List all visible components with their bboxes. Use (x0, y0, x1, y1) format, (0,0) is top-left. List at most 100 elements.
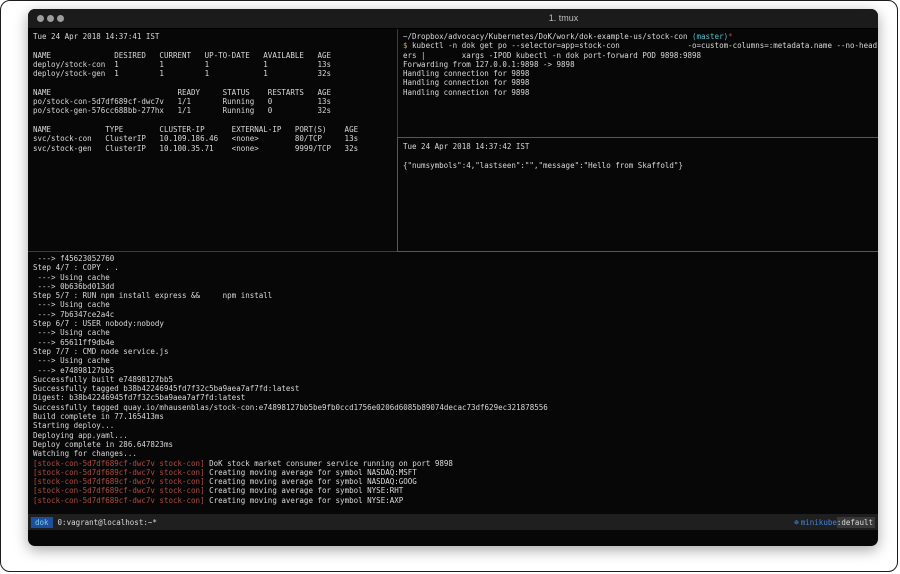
terminal-line: svc/stock-con ClusterIP 10.109.186.46 <n… (33, 134, 396, 143)
kubernetes-helm-icon: ☸ (794, 518, 799, 527)
terminal-text-segment: Step 6/7 : USER nobody:nobody (33, 319, 164, 328)
pane-border-vertical-top (397, 29, 398, 137)
terminal-text-segment: NAME TYPE CLUSTER-IP EXTERNAL-IP PORT(S)… (33, 125, 358, 134)
terminal-text-segment: deploy/stock-gen 1 1 1 1 32s (33, 69, 331, 78)
pane-border-right-split (398, 137, 878, 138)
terminal-line: Step 5/7 : RUN npm install express && np… (33, 291, 876, 300)
terminal-line: Forwarding from 127.0.0.1:9898 -> 9898 (403, 60, 877, 69)
terminal-text-segment: Step 5/7 : RUN npm install express && np… (33, 291, 272, 300)
terminal-text-segment: Handling connection for 9898 (403, 88, 529, 97)
terminal-line: Handling connection for 9898 (403, 78, 877, 87)
terminal-line: Step 7/7 : CMD node service.js (33, 347, 876, 356)
pane-skaffold-dev[interactable]: ---> f45623052760Step 4/7 : COPY . . ---… (30, 252, 876, 513)
terminal-text-segment: DoK stock market consumer service runnin… (205, 459, 453, 468)
terminal-line: Watching for changes... (33, 449, 876, 458)
terminal-line: Tue 24 Apr 2018 14:37:42 IST (403, 142, 877, 151)
terminal-line: NAME READY STATUS RESTARTS AGE (33, 88, 396, 97)
terminal-line: ---> Using cache (33, 300, 876, 309)
terminal-text-segment: Starting deploy... (33, 421, 114, 430)
terminal-line: ~/Dropbox/advocacy/Kubernetes/DoK/work/d… (403, 32, 877, 41)
terminal-line: svc/stock-gen ClusterIP 10.100.35.71 <no… (33, 144, 396, 153)
terminal-text-segment: Successfully tagged b38b42246945fd7f32c5… (33, 384, 299, 393)
terminal-line (33, 78, 396, 87)
terminal-text-segment: {"numsymbols":4,"lastseen":"","message":… (403, 161, 683, 170)
session-name-badge[interactable]: dok (31, 517, 53, 528)
terminal-text-segment: Deploying app.yaml... (33, 431, 128, 440)
terminal-text-segment: Step 7/7 : CMD node service.js (33, 347, 168, 356)
terminal-line: ---> 7b6347ce2a4c (33, 310, 876, 319)
terminal-line: Step 6/7 : USER nobody:nobody (33, 319, 876, 328)
terminal-text-segment: Successfully built e74898127bb5 (33, 375, 173, 384)
terminal-line: Build complete in 77.165413ms (33, 412, 876, 421)
terminal-text-segment: Successfully tagged quay.io/mhausenblas/… (33, 403, 548, 412)
terminal-text-segment: svc/stock-con ClusterIP 10.109.186.46 <n… (33, 134, 358, 143)
screenshot-frame: 1. tmux Tue 24 Apr 2018 14:37:41 IST NAM… (0, 0, 898, 572)
terminal-line: Step 4/7 : COPY . . (33, 263, 876, 272)
terminal-line: Successfully built e74898127bb5 (33, 375, 876, 384)
terminal-line: [stock-con-5d7df689cf-dwc7v stock-con] C… (33, 477, 876, 486)
terminal-line: Deploying app.yaml... (33, 431, 876, 440)
terminal-text-segment: ers | xargs -IPOD kubectl -n dok port-fo… (403, 51, 701, 60)
pane-curl-output[interactable]: Tue 24 Apr 2018 14:37:42 IST {"numsymbol… (399, 138, 877, 250)
terminal-text-segment: [stock-con-5d7df689cf-dwc7v stock-con] (33, 459, 205, 468)
tmux-status-bar: dok 0:vagrant@localhost:~* ☸ minikube :d… (28, 514, 878, 530)
terminal-text-segment: * (728, 32, 733, 41)
pane-border-main-right (397, 251, 878, 252)
terminal-line: Successfully tagged b38b42246945fd7f32c5… (33, 384, 876, 393)
terminal-text-segment: ---> Using cache (33, 356, 110, 365)
terminal-line: Handling connection for 9898 (403, 69, 877, 78)
terminal-line: ---> Using cache (33, 273, 876, 282)
terminal-line: [stock-con-5d7df689cf-dwc7v stock-con] D… (33, 459, 876, 468)
terminal-text-segment: po/stock-gen-576cc688bb-277hx 1/1 Runnin… (33, 106, 331, 115)
terminal-window: 1. tmux Tue 24 Apr 2018 14:37:41 IST NAM… (28, 9, 878, 546)
terminal-text-segment: Creating moving average for symbol NASDA… (205, 477, 417, 486)
terminal-text-segment: deploy/stock-con 1 1 1 1 13s (33, 60, 331, 69)
terminal-text-segment: [stock-con-5d7df689cf-dwc7v stock-con] (33, 486, 205, 495)
terminal-text-segment: Handling connection for 9898 (403, 78, 529, 87)
zoom-button[interactable] (57, 15, 64, 22)
pane-port-forward[interactable]: ~/Dropbox/advocacy/Kubernetes/DoK/work/d… (399, 30, 877, 136)
terminal-line: [stock-con-5d7df689cf-dwc7v stock-con] C… (33, 468, 876, 477)
terminal-text-segment: ---> Using cache (33, 328, 110, 337)
terminal-text-segment: ---> Using cache (33, 273, 110, 282)
terminal-line: ers | xargs -IPOD kubectl -n dok port-fo… (403, 51, 877, 60)
terminal-text-segment: Digest: b38b42246945fd7f32c5ba9aea7af7fd… (33, 393, 245, 402)
traffic-light-buttons (37, 15, 64, 22)
terminal-text-segment: ---> Using cache (33, 300, 110, 309)
terminal-text-segment: Step 4/7 : COPY . . (33, 263, 119, 272)
terminal-line: $ kubectl -n dok get po --selector=app=s… (403, 41, 877, 50)
terminal-text-segment: [stock-con-5d7df689cf-dwc7v stock-con] (33, 468, 205, 477)
pane-kubectl-watch[interactable]: Tue 24 Apr 2018 14:37:41 IST NAME DESIRE… (30, 30, 396, 250)
terminal-line: Tue 24 Apr 2018 14:37:41 IST (33, 32, 396, 41)
terminal-line: Handling connection for 9898 (403, 88, 877, 97)
terminal-line: ---> e74898127bb5 (33, 366, 876, 375)
terminal-line: ---> 65611ff9db4e (33, 338, 876, 347)
terminal-line: po/stock-con-5d7df689cf-dwc7v 1/1 Runnin… (33, 97, 396, 106)
terminal-text-segment: Creating moving average for symbol NYSE:… (205, 496, 404, 505)
terminal-text-segment: po/stock-con-5d7df689cf-dwc7v 1/1 Runnin… (33, 97, 331, 106)
terminal-line: NAME TYPE CLUSTER-IP EXTERNAL-IP PORT(S)… (33, 125, 396, 134)
terminal-line: Starting deploy... (33, 421, 876, 430)
terminal-text-segment: Build complete in 77.165413ms (33, 412, 164, 421)
terminal-text-segment: NAME READY STATUS RESTARTS AGE (33, 88, 331, 97)
terminal-text-segment: ~/Dropbox/advocacy/Kubernetes/DoK/work/d… (403, 32, 692, 41)
window-titlebar[interactable]: 1. tmux (28, 9, 878, 29)
terminal-text-segment: Tue 24 Apr 2018 14:37:41 IST (33, 32, 159, 41)
terminal-text-segment: ---> f45623052760 (33, 254, 114, 263)
terminal-line: NAME DESIRED CURRENT UP-TO-DATE AVAILABL… (33, 51, 396, 60)
terminal-text-segment: kubectl -n dok get po --selector=app=sto… (408, 41, 877, 50)
kube-context-label: minikube (801, 518, 837, 527)
terminal-line (33, 41, 396, 50)
minimize-button[interactable] (47, 15, 54, 22)
terminal-text-segment: Creating moving average for symbol NYSE:… (205, 486, 404, 495)
terminal-text-segment: Tue 24 Apr 2018 14:37:42 IST (403, 142, 529, 151)
terminal-text-segment: Creating moving average for symbol NASDA… (205, 468, 417, 477)
window-list-item[interactable]: 0:vagrant@localhost:~* (58, 518, 157, 527)
terminal-line: Digest: b38b42246945fd7f32c5ba9aea7af7fd… (33, 393, 876, 402)
terminal-line: {"numsymbols":4,"lastseen":"","message":… (403, 161, 877, 170)
terminal-line (33, 116, 396, 125)
terminal-line: po/stock-gen-576cc688bb-277hx 1/1 Runnin… (33, 106, 396, 115)
pane-border-main-left (28, 251, 397, 252)
close-button[interactable] (37, 15, 44, 22)
terminal-text-segment: ---> 7b6347ce2a4c (33, 310, 114, 319)
